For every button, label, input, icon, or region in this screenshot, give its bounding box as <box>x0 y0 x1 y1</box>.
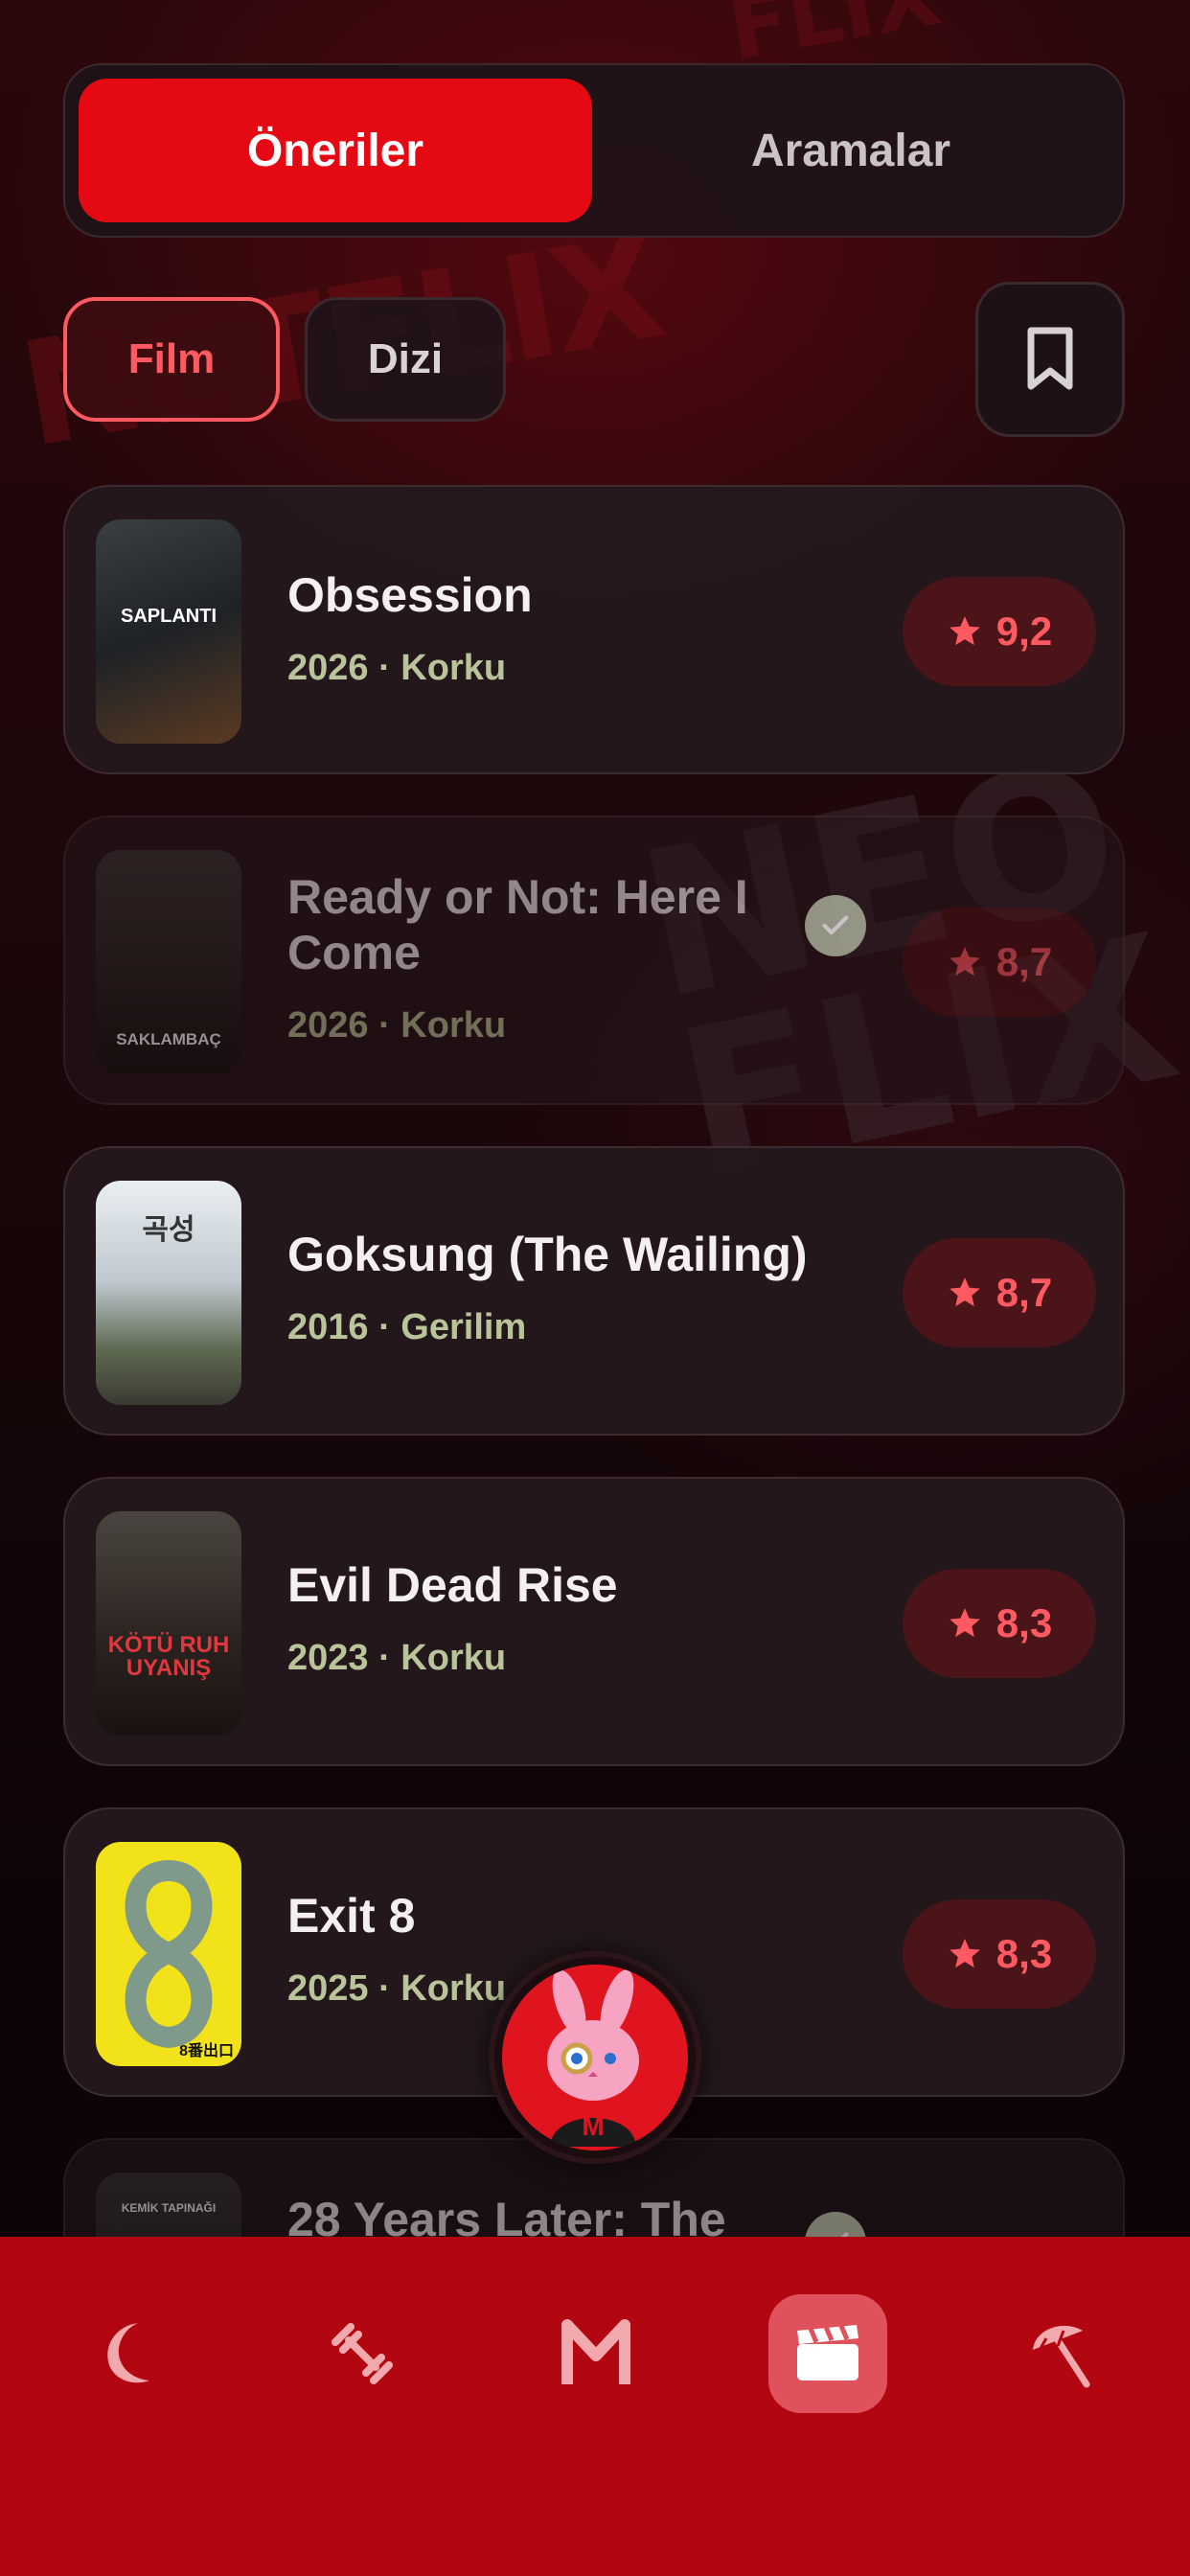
movie-meta: 2026 · Korku <box>287 1005 507 1046</box>
filter-film-chip[interactable]: Film <box>63 297 280 422</box>
movie-card[interactable]: SAPLANTI Obsession 2026 · Korku 9,2 <box>63 485 1125 774</box>
svg-text:M: M <box>582 2111 604 2141</box>
movie-poster: 8番出口 <box>96 1842 241 2066</box>
rating-badge: 9,2 <box>903 577 1096 686</box>
rating-badge: 8,7 <box>903 908 1096 1017</box>
tab-recommendations[interactable]: Öneriler <box>79 79 592 222</box>
moon-icon <box>107 2323 149 2383</box>
nav-home-m-button[interactable] <box>537 2294 655 2413</box>
star-icon <box>949 947 980 977</box>
movie-card[interactable]: SAKLAMBAÇ Ready or Not: Here I Come 2026… <box>63 816 1125 1105</box>
movie-title: Obsession <box>287 568 533 622</box>
nav-fitness-button[interactable] <box>303 2294 422 2413</box>
nav-moon-button[interactable] <box>67 2294 186 2413</box>
bookmark-icon <box>1027 327 1073 390</box>
rating-badge: 8,3 <box>903 1899 1096 2009</box>
movie-meta: 2016 · Gerilim <box>287 1307 527 1347</box>
rating-badge: 8,7 <box>903 1238 1096 1347</box>
movie-poster: SAPLANTI <box>96 519 241 744</box>
movie-poster: SAKLAMBAÇ <box>96 850 241 1074</box>
movie-poster: 곡성 <box>96 1181 241 1405</box>
movie-meta: 2026 · Korku <box>287 648 507 688</box>
bottom-navigation <box>0 2237 1190 2576</box>
tab-searches[interactable]: Aramalar <box>592 79 1110 222</box>
star-icon <box>949 616 980 646</box>
bunny-mascot-icon: M <box>502 1965 684 2147</box>
tab-switcher: Öneriler Aramalar <box>63 63 1125 238</box>
movie-card[interactable]: KÖTÜ RUH UYANIŞ Evil Dead Rise 2023 · Ko… <box>63 1477 1125 1766</box>
movie-title: Exit 8 <box>287 1889 416 1943</box>
mascot-avatar-button[interactable]: M <box>489 1951 701 2164</box>
star-icon <box>949 1277 980 1307</box>
watched-check-icon <box>805 895 866 956</box>
filter-series-chip[interactable]: Dizi <box>305 297 506 422</box>
movie-card[interactable]: 곡성 Goksung (The Wailing) 2016 · Gerilim … <box>63 1146 1125 1436</box>
movie-meta: 2023 · Korku <box>287 1638 507 1678</box>
dumbbell-icon <box>332 2323 393 2384</box>
star-icon <box>949 1608 980 1638</box>
beach-umbrella-icon <box>1033 2325 1090 2388</box>
movie-title: Ready or Not: Here I Come <box>287 870 748 979</box>
star-icon <box>949 1939 980 1968</box>
nav-vacation-button[interactable] <box>1002 2294 1121 2413</box>
movie-meta: 2025 · Korku <box>287 1968 507 2009</box>
nav-movies-button[interactable] <box>768 2294 887 2413</box>
clapperboard-icon <box>797 2325 858 2380</box>
bookmark-button[interactable] <box>975 282 1125 437</box>
movie-title: Goksung (The Wailing) <box>287 1228 808 1281</box>
movie-title: Evil Dead Rise <box>287 1558 618 1612</box>
rating-badge: 8,3 <box>903 1569 1096 1678</box>
movie-poster: KÖTÜ RUH UYANIŞ <box>96 1511 241 1736</box>
m-logo-icon <box>561 2319 630 2384</box>
